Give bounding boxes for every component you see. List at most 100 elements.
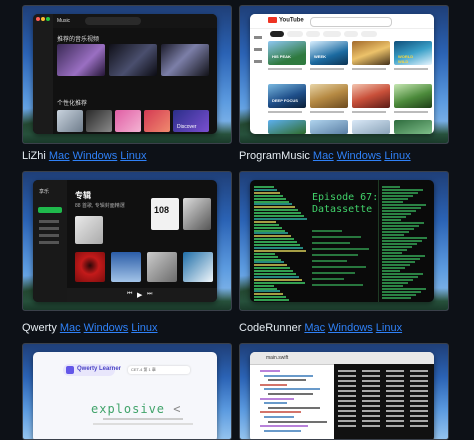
link-windows[interactable]: Windows [328, 322, 373, 334]
video-thumbnail[interactable] [268, 84, 306, 108]
programmusic-screenshot[interactable]: YouTube HIS PEAK WEEK WORLD WILD DEEP FO… [239, 5, 449, 144]
console-line [362, 400, 380, 402]
console-line [338, 375, 356, 377]
console-line [410, 420, 428, 422]
playlist-tile[interactable] [115, 110, 141, 132]
terminal-line [382, 270, 400, 272]
sidebar-item[interactable] [39, 220, 59, 223]
link-mac[interactable]: Mac [49, 150, 70, 162]
album-cover[interactable] [183, 198, 211, 230]
terminal-line [254, 194, 283, 197]
sidebar-item[interactable] [39, 241, 59, 244]
sidebar-active-item[interactable] [38, 207, 62, 213]
album-cover[interactable] [111, 252, 141, 282]
project-name: LiZhi [22, 150, 46, 162]
link-mac[interactable]: Mac [304, 322, 325, 334]
terminal-line [382, 258, 420, 260]
zoom-dot [46, 17, 50, 21]
console-line [338, 385, 356, 387]
console-line [386, 375, 404, 377]
dictionary-selector[interactable]: CET-4 第 1 章 [128, 366, 190, 374]
link-linux[interactable]: Linux [384, 150, 410, 162]
video-tile[interactable] [161, 44, 209, 76]
filter-chip[interactable] [287, 31, 303, 37]
qwerty-screenshot[interactable]: 享乐 专辑 88 首歌, 专辑封面精選 108 ▶ ⏮ ⏭ [22, 171, 232, 311]
link-linux[interactable]: Linux [376, 322, 402, 334]
filter-chip[interactable] [270, 31, 284, 37]
video-site-search-input[interactable] [310, 17, 392, 27]
filter-chip[interactable] [306, 31, 320, 37]
filter-chip[interactable] [323, 31, 341, 37]
play-button-icon[interactable]: ▶ [137, 291, 142, 299]
terminal-line [382, 276, 418, 278]
video-thumbnail[interactable] [352, 41, 390, 65]
speaker-icon[interactable]: < [165, 402, 181, 416]
editor-screenshot[interactable]: main.swift [239, 343, 449, 440]
sidebar-item[interactable] [39, 234, 59, 237]
playlist-tile[interactable] [144, 110, 170, 132]
video-tile[interactable] [57, 44, 105, 76]
link-mac[interactable]: Mac [313, 150, 334, 162]
home-icon[interactable] [254, 36, 262, 39]
terminal-line [254, 186, 274, 188]
video-tile[interactable] [109, 44, 157, 76]
terminal-line [382, 186, 400, 188]
console-line [362, 370, 380, 372]
terminal-line [382, 189, 423, 191]
terminal-line [254, 235, 291, 238]
qwerty-learner-screenshot[interactable]: Qwerty Learner CET-4 第 1 章 explosive < [22, 343, 232, 440]
lizhi-screenshot[interactable]: Music 推荐的音乐视频 个性化推荐 Discover [22, 5, 232, 144]
playlist-tile[interactable] [86, 110, 112, 132]
terminal-line [254, 293, 283, 296]
terminal-line [254, 258, 281, 261]
video-thumbnail[interactable] [268, 120, 306, 134]
console-line [386, 370, 404, 372]
video-thumbnail[interactable] [268, 41, 306, 65]
qwerty-learner-logo: Qwerty Learner [77, 366, 122, 372]
explore-icon[interactable] [254, 48, 262, 51]
video-thumbnail[interactable] [394, 84, 432, 108]
link-windows[interactable]: Windows [84, 322, 129, 334]
lizhi-section-title-2: 个性化推荐 [57, 101, 88, 107]
terminal-line [254, 270, 293, 273]
terminal-line [254, 246, 303, 249]
console-line [362, 410, 380, 412]
playlist-tile[interactable] [57, 110, 83, 132]
qwerty-sidebar-title: 享乐 [39, 189, 50, 195]
link-mac[interactable]: Mac [60, 322, 81, 334]
filter-chip[interactable] [361, 31, 377, 37]
coderunner-screenshot[interactable]: Episode 67: Datassette [239, 171, 449, 311]
link-windows[interactable]: Windows [337, 150, 382, 162]
prev-icon[interactable]: ⏮ [127, 291, 132, 298]
link-windows[interactable]: Windows [73, 150, 118, 162]
album-cover[interactable] [75, 216, 103, 244]
lizhi-section-title: 推荐的音乐视频 [57, 37, 100, 43]
terminal-line [254, 223, 279, 226]
programmusic-app-window: YouTube HIS PEAK WEEK WORLD WILD DEEP FO… [250, 14, 434, 134]
editor-tab[interactable]: main.swift [266, 355, 288, 361]
video-thumbnail[interactable] [310, 41, 348, 65]
filter-chip[interactable] [344, 31, 358, 37]
terminal-line [382, 246, 412, 248]
link-linux[interactable]: Linux [120, 150, 146, 162]
thumbnail-text: HIS PEAK [272, 54, 291, 59]
video-thumbnail[interactable] [310, 120, 348, 134]
terminal-line [382, 279, 413, 281]
subscriptions-icon[interactable] [254, 60, 262, 63]
album-cover[interactable] [147, 252, 177, 282]
link-linux[interactable]: Linux [131, 322, 157, 334]
console-line [338, 400, 356, 402]
album-cover[interactable] [75, 252, 105, 282]
album-cover[interactable] [183, 252, 213, 282]
sidebar-item[interactable] [39, 227, 59, 230]
video-thumbnail[interactable] [352, 84, 390, 108]
video-thumbnail[interactable] [310, 84, 348, 108]
discover-tile-label: Discover [177, 124, 197, 130]
next-icon[interactable]: ⏭ [147, 291, 152, 298]
video-thumbnail[interactable] [394, 120, 432, 134]
console-line [386, 400, 404, 402]
code-line [260, 370, 280, 372]
lizhi-search-input[interactable] [85, 17, 141, 25]
video-thumbnail[interactable] [352, 120, 390, 134]
terminal-line [254, 275, 299, 278]
